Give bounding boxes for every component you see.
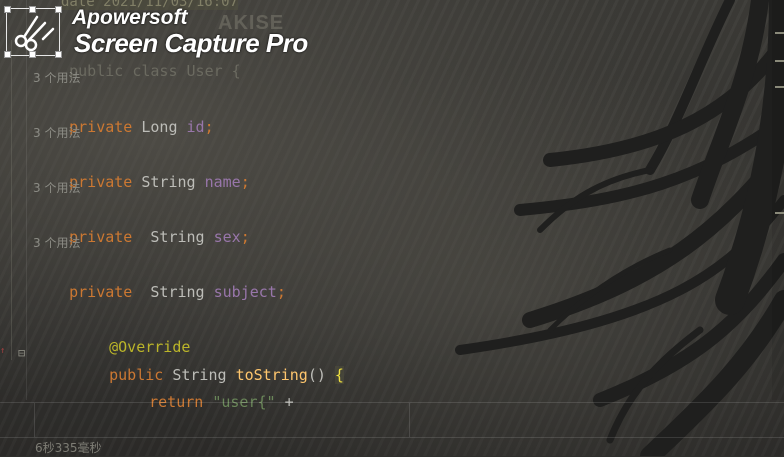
usage-hint[interactable]: 3 个用法 [33, 232, 80, 254]
fold-icon[interactable]: ⊟ [18, 346, 25, 360]
scrollbar-marker [775, 86, 784, 88]
panel-divider [0, 437, 784, 438]
usage-hint[interactable]: 3 个用法 [33, 177, 80, 199]
code-line-field-name: private String name; [69, 173, 250, 191]
usage-hint[interactable]: 3 个用法 [33, 67, 80, 89]
editor-gutter [0, 0, 27, 400]
watermark-brand: Apowersoft [72, 6, 188, 29]
panel-divider [34, 403, 35, 437]
scrollbar-marker [775, 32, 784, 34]
scrollbar-marker [775, 60, 784, 62]
code-line-field-subject: private String subject; [69, 283, 286, 301]
scissors-icon [14, 15, 55, 52]
usage-hint[interactable]: 3 个用法 [33, 122, 80, 144]
override-icon[interactable]: ↑ [0, 346, 5, 356]
elapsed-time: 6秒335毫秒 [35, 441, 102, 455]
code-line-annotation: @Override [109, 338, 191, 356]
watermark-product: Screen Capture Pro [74, 28, 308, 58]
code-line-field-id: private Long id; [69, 118, 214, 136]
scrollbar-marker [775, 212, 784, 214]
gutter-change-marker [11, 40, 12, 360]
code-line-field-sex: private String sex; [69, 228, 250, 246]
watermark-logo-box [4, 6, 62, 58]
matched-brace: { [334, 366, 344, 384]
run-panel [0, 402, 784, 457]
code-line-return: return "user{" + [149, 393, 294, 411]
panel-divider [409, 403, 410, 437]
code-line-method-decl: public String toString() { [109, 366, 344, 384]
